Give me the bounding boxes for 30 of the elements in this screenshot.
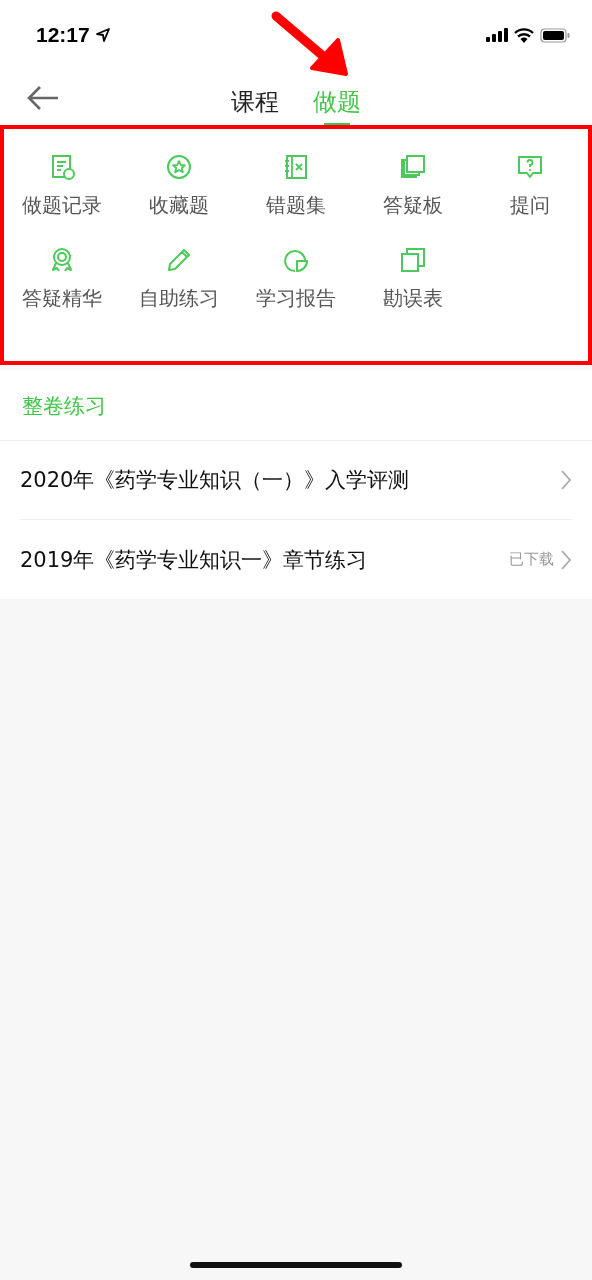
tool-item[interactable]: 做题记录 — [4, 154, 121, 247]
notebook-icon — [283, 154, 309, 180]
tool-item[interactable]: 错题集 — [237, 154, 355, 247]
list-item-title[interactable]: 2019年《药学专业知识一》章节练习 — [20, 545, 368, 574]
tool-item[interactable]: 答疑板 — [354, 154, 472, 247]
tool-item[interactable]: 答疑精华 — [4, 247, 121, 340]
status-time: 12:17 — [36, 23, 90, 47]
list-item-title[interactable]: 2020年《药学专业知识（一）》入学评测 — [20, 466, 410, 494]
chevron-icon — [560, 469, 572, 491]
pencil-icon — [166, 247, 193, 273]
document-icon — [49, 154, 76, 180]
battery-icon — [540, 27, 570, 43]
tool-item[interactable]: 自助练习 — [120, 247, 238, 340]
tool-item[interactable]: 收藏题 — [120, 154, 238, 247]
stacked-squares-icon — [399, 154, 426, 180]
chevron-icon — [560, 548, 572, 571]
back-icon[interactable] — [26, 84, 60, 112]
tool-item[interactable]: 提问 — [471, 154, 588, 247]
tab[interactable]: 课程 — [231, 88, 279, 116]
question-bubble-icon — [516, 154, 543, 180]
section-title: 整卷练习 — [0, 370, 592, 441]
tab-indicator — [324, 123, 350, 126]
location-icon — [95, 28, 110, 42]
tool-item[interactable]: 学习报告 — [237, 247, 355, 340]
wifi-icon — [514, 27, 534, 43]
download-status: 已下载 — [509, 550, 554, 569]
tool-item[interactable]: 勘误表 — [354, 247, 472, 340]
signal-icon — [486, 28, 508, 42]
pie-chart-icon — [283, 247, 309, 273]
copy-icon — [399, 247, 426, 273]
